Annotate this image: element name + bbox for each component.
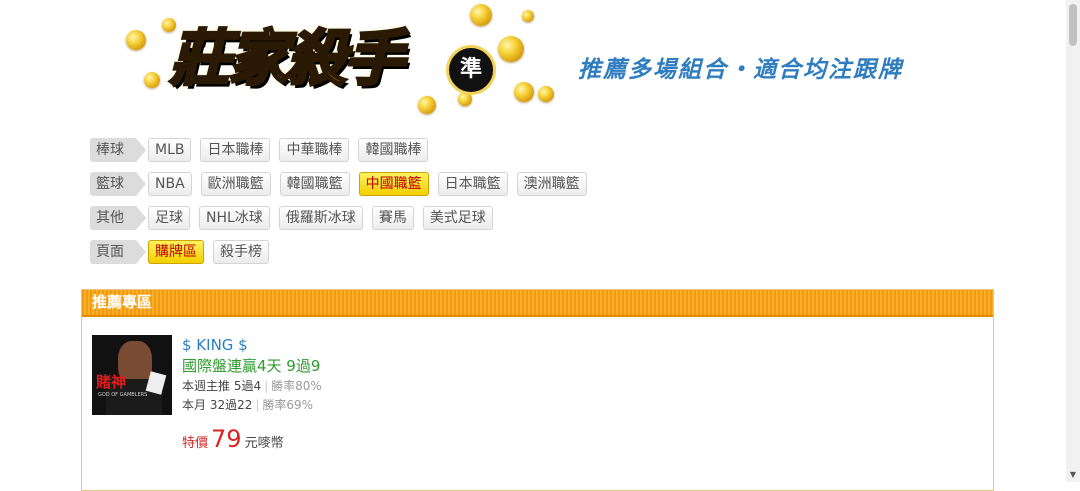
tag-link[interactable]: 日本職棒 [200,138,271,162]
tag-link[interactable]: 韓國職棒 [358,138,429,162]
category-label: 頁面 [90,240,146,264]
tag-link[interactable]: 澳洲職籃 [516,172,587,196]
category-label: 其他 [90,206,146,230]
coin-icon [144,72,160,88]
recommend-panel: 推薦專區 賭神 GOD OF GAMBLERS $ KING $ 國際盤連贏4天… [81,289,994,491]
month-stat-text: 本月 32過22 [182,398,253,412]
tag-link[interactable]: 俄羅斯冰球 [278,206,363,230]
tipster-avatar[interactable]: 賭神 GOD OF GAMBLERS [92,335,172,415]
tipster-info: $ KING $ 國際盤連贏4天 9過9 本週主推 5過4 | 勝率80% 本月 3… [182,335,482,453]
coin-icon [126,30,146,50]
avatar-subtitle: GOD OF GAMBLERS [98,392,148,398]
tag-link[interactable]: 日本職籃 [437,172,508,196]
month-rate: 勝率69% [262,398,314,412]
logo-badge: 準 [446,45,496,95]
divider: | [255,398,260,412]
week-stat-text: 本週主推 5過4 [182,379,262,393]
week-stat: 本週主推 5過4 | 勝率80% [182,377,482,396]
price-unit: 元嘜幣 [244,436,284,451]
tag-link[interactable]: NHL冰球 [199,206,270,230]
tag-link-active[interactable]: 中國職籃 [358,172,429,196]
tipster-headline[interactable]: 國際盤連贏4天 9過9 [182,355,482,377]
category-row-baseball: 棒球 MLB 日本職棒 中華職棒 韓國職棒 [90,138,437,162]
category-label: 籃球 [90,172,146,196]
tag-link[interactable]: MLB [148,138,192,162]
logo-title: 莊家殺手 [169,23,406,96]
category-row-other: 其他 足球 NHL冰球 俄羅斯冰球 賽馬 美式足球 [90,206,502,230]
tag-link[interactable]: 賽馬 [371,206,414,230]
avatar-title: 賭神 [96,373,127,391]
week-rate: 勝率80% [271,379,322,393]
panel-title: 推薦專區 [82,290,993,317]
tag-link-active[interactable]: 購牌區 [148,240,204,264]
category-label: 棒球 [90,138,146,162]
tag-link[interactable]: 中華職棒 [279,138,350,162]
scroll-down-icon[interactable]: ▼ [1066,470,1080,480]
coin-icon [498,36,524,62]
coin-icon [522,10,534,22]
coin-icon [538,86,554,102]
price-line: 特價 79 元嘜幣 [182,425,482,453]
price-label: 特價 [182,436,209,451]
category-row-pages: 頁面 購牌區 殺手榜 [90,240,278,264]
tag-link[interactable]: 殺手榜 [213,240,269,264]
scrollbar-thumb[interactable] [1069,4,1077,46]
divider: | [264,379,269,393]
tag-link[interactable]: NBA [148,172,192,196]
site-slogan: 推薦多場組合・適合均注跟牌 [578,57,903,83]
tag-link[interactable]: 歐洲職籃 [200,172,271,196]
category-row-basketball: 籃球 NBA 歐洲職籃 韓國職籃 中國職籃 日本職籃 澳洲職籃 [90,172,596,196]
tag-link[interactable]: 美式足球 [422,206,493,230]
tipster-name[interactable]: $ KING $ [182,335,482,355]
coin-icon [514,82,534,102]
tag-link[interactable]: 韓國職籃 [279,172,350,196]
coin-icon [470,4,492,26]
site-logo[interactable]: 莊家殺手 準 [118,0,578,126]
tag-link[interactable]: 足球 [148,206,190,230]
vertical-scrollbar[interactable]: ▼ [1066,0,1080,482]
playing-card-icon [145,371,167,395]
price-value: 79 [211,425,242,453]
month-stat: 本月 32過22 | 勝率69% [182,396,482,415]
